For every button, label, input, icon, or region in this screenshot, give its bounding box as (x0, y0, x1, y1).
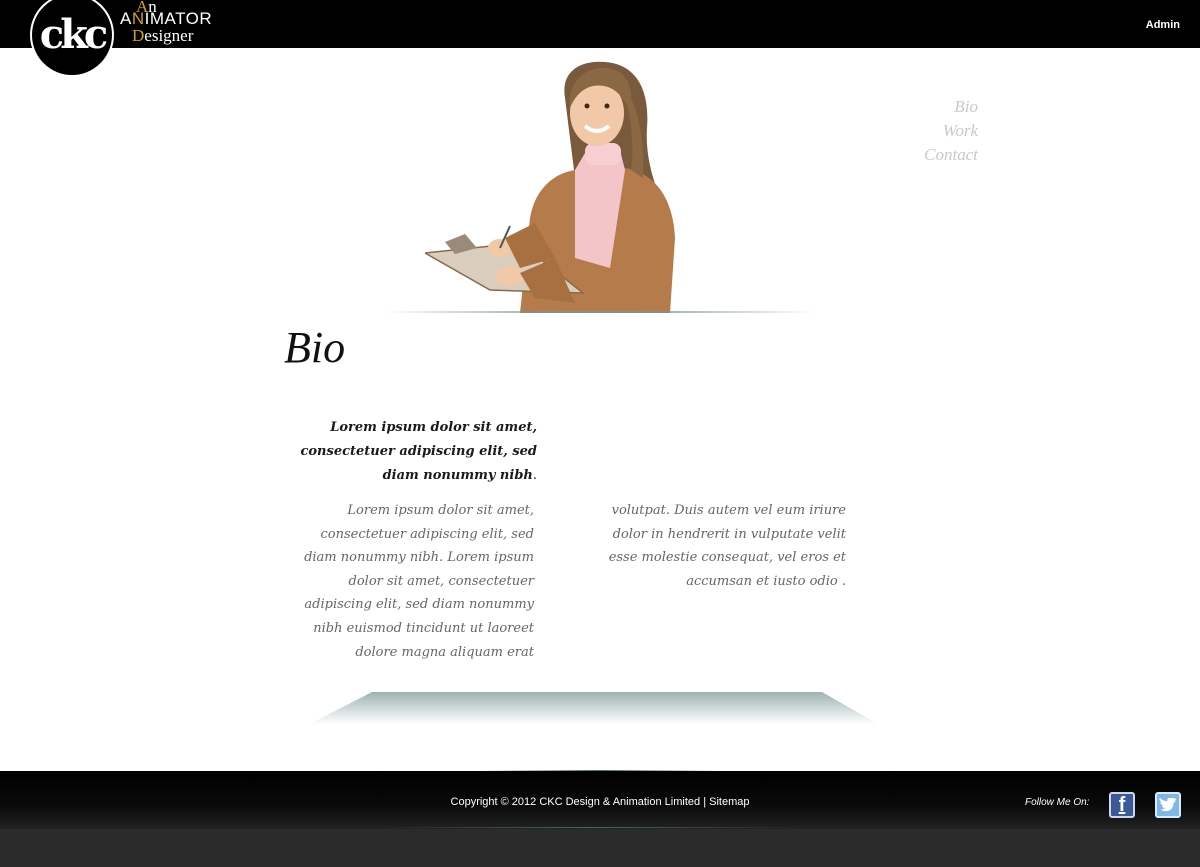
page-bottom-strip (0, 829, 1200, 867)
footer-top-divider (480, 770, 720, 771)
sitemap-link[interactable]: Sitemap (709, 796, 749, 808)
side-nav: Bio Work Contact (880, 95, 978, 167)
decorative-platform (310, 692, 878, 724)
logo[interactable]: ckc (30, 0, 114, 77)
facebook-icon[interactable]: f (1109, 792, 1135, 818)
intro-text: Lorem ipsum dolor sit amet, consectetuer… (300, 420, 537, 483)
footer-separator: | (703, 796, 707, 808)
copyright-text: Copyright © 2012 CKC Design & Animation … (450, 796, 701, 808)
tagline-line-3: Designer (132, 26, 194, 45)
logo-text: ckc (39, 10, 108, 58)
bio-column-left: Lorem ipsum dolor sit amet, consectetuer… (304, 503, 534, 660)
copyright-bar: Copyright © 2012 CKC Design & Animation … (0, 796, 1200, 808)
nav-contact[interactable]: Contact (880, 143, 978, 167)
follow-label: Follow Me On: (1025, 797, 1090, 808)
hero-image (425, 58, 685, 314)
tagline-line-2: ANIMATOR (120, 9, 213, 28)
site-tagline: An ANIMATOR Designer (120, 0, 250, 48)
admin-link[interactable]: Admin (1146, 19, 1180, 31)
footer-divider (380, 827, 800, 828)
hero-divider (385, 311, 815, 313)
bio-column-right: volutpat. Duis autem vel eum iriure dolo… (608, 503, 846, 589)
twitter-icon[interactable] (1155, 792, 1181, 818)
nav-work[interactable]: Work (880, 119, 978, 143)
page-title: Bio (284, 323, 346, 372)
nav-bio[interactable]: Bio (880, 95, 978, 119)
facebook-glyph: f (1118, 793, 1126, 816)
